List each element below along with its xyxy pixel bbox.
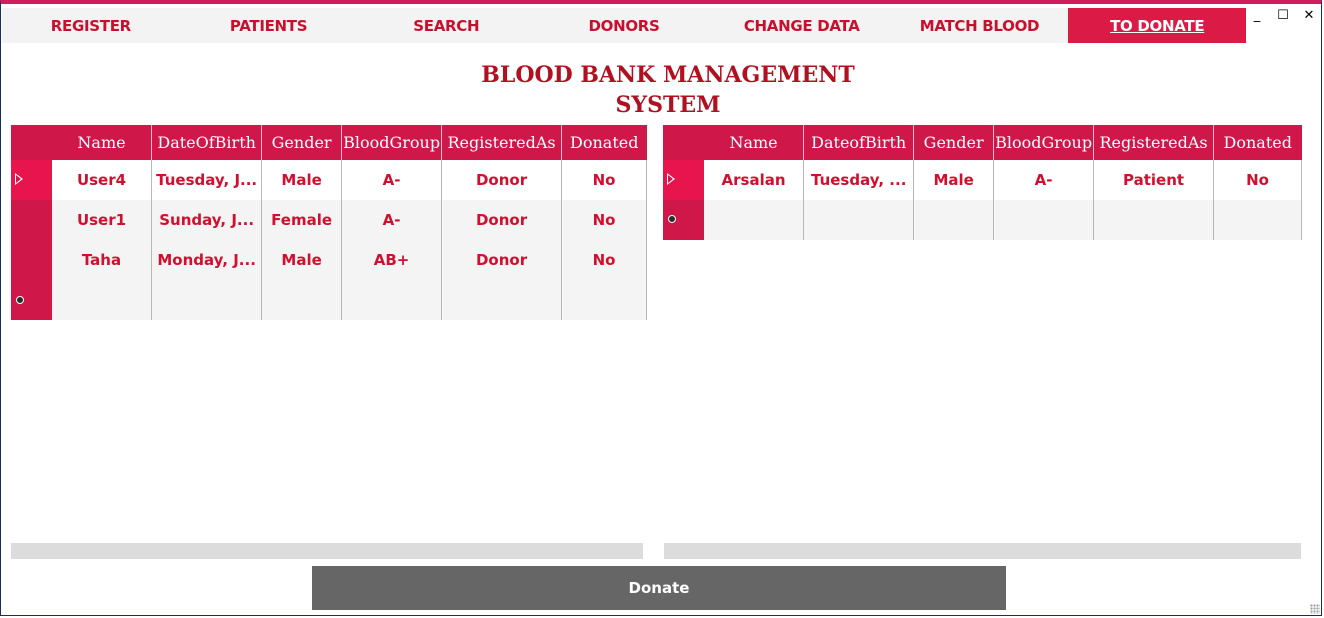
nav-donors[interactable]: Donors — [535, 8, 713, 43]
column-header-bloodgroup[interactable]: BloodGroup — [341, 125, 443, 160]
row-header[interactable] — [663, 200, 704, 240]
cell-name[interactable]: User4 — [51, 160, 153, 200]
column-header-donated[interactable]: Donated — [1213, 125, 1302, 160]
minimize-icon[interactable]: _ — [1250, 8, 1264, 23]
column-header-name[interactable]: Name — [51, 125, 153, 160]
cell-name[interactable]: Arsalan — [703, 160, 805, 200]
table-row[interactable]: Taha Monday, J... Male AB+ Donor No — [11, 240, 647, 280]
row-header-corner — [11, 125, 52, 160]
nav-register[interactable]: Register — [2, 8, 180, 43]
cell-gender[interactable]: Male — [261, 160, 343, 200]
cell-name[interactable]: User1 — [51, 200, 153, 240]
nav-match-blood[interactable]: Match Blood — [891, 8, 1069, 43]
cell-empty[interactable] — [803, 200, 915, 240]
cell-empty[interactable] — [151, 280, 263, 320]
patients-horizontal-scrollbar[interactable] — [664, 543, 1301, 559]
donors-table: Name DateOfBirth Gender BloodGroup Regis… — [11, 125, 647, 320]
cell-bloodgroup[interactable]: A- — [993, 160, 1095, 200]
new-row[interactable] — [663, 200, 1302, 240]
column-header-dob[interactable]: DateofBirth — [803, 125, 915, 160]
row-header-corner — [663, 125, 704, 160]
cell-donated[interactable]: No — [561, 200, 647, 240]
new-row[interactable] — [11, 280, 647, 320]
cell-empty[interactable] — [51, 280, 153, 320]
nav-search[interactable]: Search — [357, 8, 535, 43]
column-header-gender[interactable]: Gender — [913, 125, 995, 160]
cell-empty[interactable] — [341, 280, 443, 320]
close-icon[interactable]: ✕ — [1302, 8, 1316, 23]
row-header[interactable] — [11, 240, 52, 280]
cell-bloodgroup[interactable]: A- — [341, 200, 443, 240]
column-header-donated[interactable]: Donated — [561, 125, 647, 160]
cell-empty[interactable] — [1213, 200, 1302, 240]
cell-registeredas[interactable]: Patient — [1093, 160, 1215, 200]
cell-empty[interactable] — [1093, 200, 1215, 240]
column-header-bloodgroup[interactable]: BloodGroup — [993, 125, 1095, 160]
title-line-2: System — [615, 92, 721, 118]
donate-button[interactable]: Donate — [312, 566, 1006, 610]
cell-dob[interactable]: Sunday, J... — [151, 200, 263, 240]
current-row-arrow-icon — [15, 173, 23, 185]
table-row[interactable]: Arsalan Tuesday, ... Male A- Patient No — [663, 160, 1302, 200]
cell-dob[interactable]: Monday, J... — [151, 240, 263, 280]
patients-table: Name DateofBirth Gender BloodGroup Regis… — [663, 125, 1302, 240]
table-row[interactable]: User1 Sunday, J... Female A- Donor No — [11, 200, 647, 240]
row-header[interactable] — [11, 280, 52, 320]
cell-registeredas[interactable]: Donor — [441, 160, 563, 200]
new-row-icon — [16, 296, 24, 304]
column-header-registeredas[interactable]: RegisteredAs — [1093, 125, 1215, 160]
row-header[interactable] — [11, 160, 52, 200]
cell-registeredas[interactable]: Donor — [441, 200, 563, 240]
cell-dob[interactable]: Tuesday, J... — [151, 160, 263, 200]
title-line-1: Blood Bank Management — [481, 62, 855, 88]
donors-horizontal-scrollbar[interactable] — [11, 543, 643, 559]
cell-empty[interactable] — [561, 280, 647, 320]
column-header-name[interactable]: Name — [703, 125, 805, 160]
cell-gender[interactable]: Female — [261, 200, 343, 240]
current-row-arrow-icon — [667, 173, 675, 185]
donors-grid[interactable]: Name DateOfBirth Gender BloodGroup Regis… — [11, 125, 647, 545]
cell-empty[interactable] — [441, 280, 563, 320]
cell-registeredas[interactable]: Donor — [441, 240, 563, 280]
cell-gender[interactable]: Male — [913, 160, 995, 200]
cell-empty[interactable] — [703, 200, 805, 240]
cell-empty[interactable] — [913, 200, 995, 240]
top-navigation: Register Patients Search Donors Change D… — [2, 8, 1247, 43]
cell-donated[interactable]: No — [561, 160, 647, 200]
resize-grip-icon[interactable] — [1310, 604, 1320, 614]
cell-gender[interactable]: Male — [261, 240, 343, 280]
column-header-dob[interactable]: DateOfBirth — [151, 125, 263, 160]
cell-name[interactable]: Taha — [51, 240, 153, 280]
cell-empty[interactable] — [993, 200, 1095, 240]
patients-grid[interactable]: Name DateofBirth Gender BloodGroup Regis… — [663, 125, 1302, 545]
cell-bloodgroup[interactable]: A- — [341, 160, 443, 200]
cell-dob[interactable]: Tuesday, ... — [803, 160, 915, 200]
page-title: Blood Bank Management System — [440, 60, 896, 120]
window-controls: _ ☐ ✕ — [1250, 8, 1316, 23]
column-header-registeredas[interactable]: RegisteredAs — [441, 125, 563, 160]
row-header[interactable] — [11, 200, 52, 240]
nav-change-data[interactable]: Change Data — [713, 8, 891, 43]
cell-donated[interactable]: No — [1213, 160, 1302, 200]
cell-donated[interactable]: No — [561, 240, 647, 280]
cell-bloodgroup[interactable]: AB+ — [341, 240, 443, 280]
new-row-icon — [668, 215, 676, 223]
row-header[interactable] — [663, 160, 704, 200]
cell-empty[interactable] — [261, 280, 343, 320]
nav-to-donate[interactable]: To Donate — [1068, 8, 1247, 43]
maximize-icon[interactable]: ☐ — [1276, 8, 1290, 23]
table-row[interactable]: User4 Tuesday, J... Male A- Donor No — [11, 160, 647, 200]
nav-patients[interactable]: Patients — [180, 8, 358, 43]
column-header-gender[interactable]: Gender — [261, 125, 343, 160]
